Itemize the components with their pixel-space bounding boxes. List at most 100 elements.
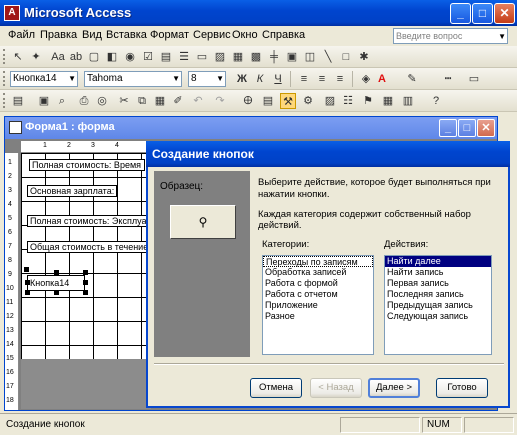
list-item[interactable]: Работа с формой [263,278,373,289]
list-item[interactable]: Предыдущая запись [385,300,491,311]
toolbox-icon[interactable]: ⚒ [280,93,296,109]
command-button-icon[interactable]: ▭ [194,49,210,65]
menu-window[interactable]: Окно [232,29,258,41]
close-button[interactable]: ✕ [494,3,515,24]
tab-control-icon[interactable]: ▣ [284,49,300,65]
form-maximize-button[interactable]: □ [458,119,476,137]
align-center-icon[interactable]: ≡ [314,71,330,87]
undo-icon[interactable]: ↶ [190,93,206,109]
form-label[interactable]: Основная зарплата: [27,185,117,197]
selected-button-control[interactable]: Кнопка14 [27,275,85,291]
toolbar-grip[interactable] [3,49,6,64]
special-effect-icon[interactable]: ▭ [466,71,482,87]
selection-handle[interactable] [83,280,88,285]
fill-color-icon[interactable]: ◈ [358,71,374,87]
list-item[interactable]: Обработка записей [263,267,373,278]
menu-format[interactable]: Формат [150,29,189,41]
line-icon[interactable]: ╲ [320,49,336,65]
line-color-icon[interactable]: ✎ [404,71,420,87]
list-item[interactable]: Разное [263,311,373,322]
database-window-icon[interactable]: ▦ [380,93,396,109]
search-icon[interactable]: ⌕ [54,93,70,109]
redo-icon[interactable]: ↷ [212,93,228,109]
list-item[interactable]: Работа с отчетом [263,289,373,300]
minimize-button[interactable]: _ [450,3,471,24]
actions-list[interactable]: Найти далее Найти запись Первая запись П… [384,255,492,355]
option-group-icon[interactable]: ▢ [86,49,102,65]
toolbar-grip[interactable] [3,71,6,86]
cut-icon[interactable]: ✂ [116,93,132,109]
italic-button[interactable]: К [252,71,268,87]
toolbar-grip[interactable] [3,93,6,108]
menu-edit[interactable]: Правка [40,29,77,41]
bold-button[interactable]: Ж [234,71,250,87]
form-label[interactable]: Полная стоимость: Эксплуатация [27,215,151,227]
subform-icon[interactable]: ◫ [302,49,318,65]
list-item[interactable]: Найти запись [385,267,491,278]
print-icon[interactable]: ⎙ [76,93,92,109]
option-button-icon[interactable]: ◉ [122,49,138,65]
selection-handle[interactable] [25,290,30,295]
help-search-input[interactable]: Введите вопрос ▼ [393,28,508,44]
selection-handle[interactable] [83,270,88,275]
form-minimize-button[interactable]: _ [439,119,457,137]
align-right-icon[interactable]: ≡ [332,71,348,87]
form-close-button[interactable]: ✕ [477,119,495,137]
more-controls-icon[interactable]: ✱ [356,49,372,65]
list-item[interactable]: Переходы по записям [263,256,373,267]
categories-list[interactable]: Переходы по записям Обработка записей Ра… [262,255,374,355]
combobox-icon[interactable]: ▤ [158,49,174,65]
menu-tools[interactable]: Сервис [193,29,231,41]
copy-icon[interactable]: ⧉ [134,93,150,109]
selection-handle[interactable] [54,270,59,275]
cancel-button[interactable]: Отмена [250,378,302,398]
unbound-frame-icon[interactable]: ▦ [230,49,246,65]
checkbox-icon[interactable]: ☑ [140,49,156,65]
new-object-icon[interactable]: ▥ [400,93,416,109]
form-design-grid[interactable]: Полная стоимость: Время Основная зарплат… [21,153,151,359]
align-left-icon[interactable]: ≡ [296,71,312,87]
help-icon[interactable]: ? [428,93,444,109]
selection-handle[interactable] [54,290,59,295]
field-list-icon[interactable]: ▤ [260,93,276,109]
list-item-selected[interactable]: Найти далее [385,256,491,267]
finish-button[interactable]: Готово [436,378,488,398]
hyperlink-icon[interactable]: 🜨 [240,93,256,109]
list-item[interactable]: Приложение [263,300,373,311]
next-button[interactable]: Далее > [368,378,420,398]
properties-icon[interactable]: ☷ [340,93,356,109]
selection-handle[interactable] [83,290,88,295]
control-wizards-icon[interactable]: ✦ [28,49,44,65]
textbox-icon[interactable]: ab [68,49,84,65]
code-icon[interactable]: ▨ [322,93,338,109]
selection-handle[interactable] [25,280,30,285]
bound-frame-icon[interactable]: ▩ [248,49,264,65]
list-item[interactable]: Первая запись [385,278,491,289]
label-icon[interactable]: Aa [50,49,66,65]
font-size-select[interactable]: 8 ▼ [188,71,226,87]
paste-icon[interactable]: ▦ [152,93,168,109]
form-label[interactable]: Полная стоимость: Время [29,159,145,171]
view-icon[interactable]: ▤ [10,93,26,109]
print-preview-icon[interactable]: ◎ [94,93,110,109]
back-button[interactable]: < Назад [310,378,362,398]
image-icon[interactable]: ▨ [212,49,228,65]
underline-button[interactable]: Ч [270,71,286,87]
toggle-button-icon[interactable]: ◧ [104,49,120,65]
build-icon[interactable]: ⚑ [360,93,376,109]
listbox-icon[interactable]: ☰ [176,49,192,65]
menu-view[interactable]: Вид [82,29,102,41]
selection-handle[interactable] [24,267,29,272]
list-item[interactable]: Следующая запись [385,311,491,322]
menu-insert[interactable]: Вставка [106,29,147,41]
page-break-icon[interactable]: ╪ [266,49,282,65]
menu-file[interactable]: Файл [8,29,35,41]
font-color-icon[interactable]: A [374,71,390,87]
maximize-button[interactable]: □ [472,3,493,24]
save-icon[interactable]: ▣ [36,93,52,109]
menu-help[interactable]: Справка [262,29,305,41]
list-item[interactable]: Последняя запись [385,289,491,300]
font-select[interactable]: Tahoma ▼ [84,71,182,87]
line-width-icon[interactable]: ┅ [440,71,456,87]
rectangle-icon[interactable]: □ [338,49,354,65]
